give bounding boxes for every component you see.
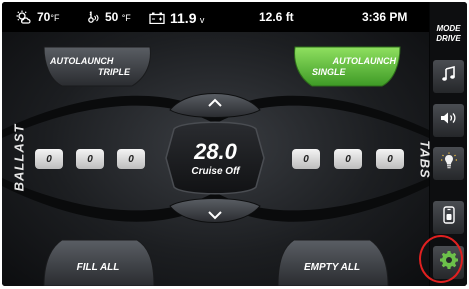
autolaunch-triple-button[interactable]: AUTOLAUNCH TRIPLE [48,56,144,78]
drive-label: DRIVE [436,34,461,43]
phone-button[interactable] [433,201,464,234]
autolaunch-triple-label-1: AUTOLAUNCH [50,56,114,66]
air-temp: 70°F [16,10,59,24]
depth: 12.6 ft [259,10,294,24]
water-temp-unit: °F [121,13,131,23]
empty-all-button[interactable]: EMPTY ALL [280,262,384,273]
cruise-speed-value: 28.0 [194,139,237,164]
screen: AUTOLAUNCH TRIPLE AUTOLAUNCH SINGLE BALL… [0,0,469,289]
main-panel: AUTOLAUNCH TRIPLE AUTOLAUNCH SINGLE BALL… [2,2,433,286]
autolaunch-triple-label-2: TRIPLE [97,67,130,77]
mode-drive-button[interactable]: MODE DRIVE [430,24,467,44]
volume-button[interactable] [433,104,464,137]
fill-all-button[interactable]: FILL ALL [46,262,150,273]
ballast-value-1[interactable]: 0 [35,149,63,169]
music-button[interactable] [433,60,464,93]
lights-button[interactable] [433,147,464,180]
ballast-label: BALLAST [11,123,27,192]
battery-icon [149,12,165,24]
ballast-value-3[interactable]: 0 [117,149,145,169]
empty-all-label: EMPTY ALL [303,262,361,273]
autolaunch-single-label-1: AUTOLAUNCH [332,56,396,66]
phone-icon [442,206,456,229]
fill-all-label: FILL ALL [76,262,120,273]
ballast-value-2[interactable]: 0 [76,149,104,169]
clock: 3:36 PM [362,10,407,24]
time-value: 3:36 PM [362,10,408,24]
tabs-value-3[interactable]: 0 [376,149,404,169]
autolaunch-single-label-2: SINGLE [312,67,346,77]
speaker-icon [440,111,458,130]
sun-cloud-icon [16,10,32,24]
highlight-circle [419,235,463,283]
tabs-value-2[interactable]: 0 [334,149,362,169]
speed-down-button[interactable] [170,198,260,226]
thermometer-water-icon [86,10,100,24]
autolaunch-single-button[interactable]: AUTOLAUNCH SINGLE [312,56,396,78]
battery-voltage: 11.9 v [149,10,204,26]
status-bar: 70°F 50 °F 11.9 v 12.6 ft 3:36 PM [2,2,429,32]
lightbulb-icon [440,152,458,175]
tabs-value-1[interactable]: 0 [292,149,320,169]
display-bezel: AUTOLAUNCH TRIPLE AUTOLAUNCH SINGLE BALL… [2,2,467,286]
water-temp: 50 °F [86,10,131,24]
mode-label: MODE [436,24,461,33]
air-temp-unit: °F [50,13,60,23]
cruise-status: Cruise Off [191,166,240,177]
speed-up-button[interactable] [170,90,260,118]
music-note-icon [441,65,457,87]
battery-unit: v [199,15,205,25]
battery-value: 11.9 [170,10,197,26]
water-temp-value: 50 [105,10,119,24]
depth-value: 12.6 ft [259,10,294,24]
air-temp-value: 70 [37,10,51,24]
